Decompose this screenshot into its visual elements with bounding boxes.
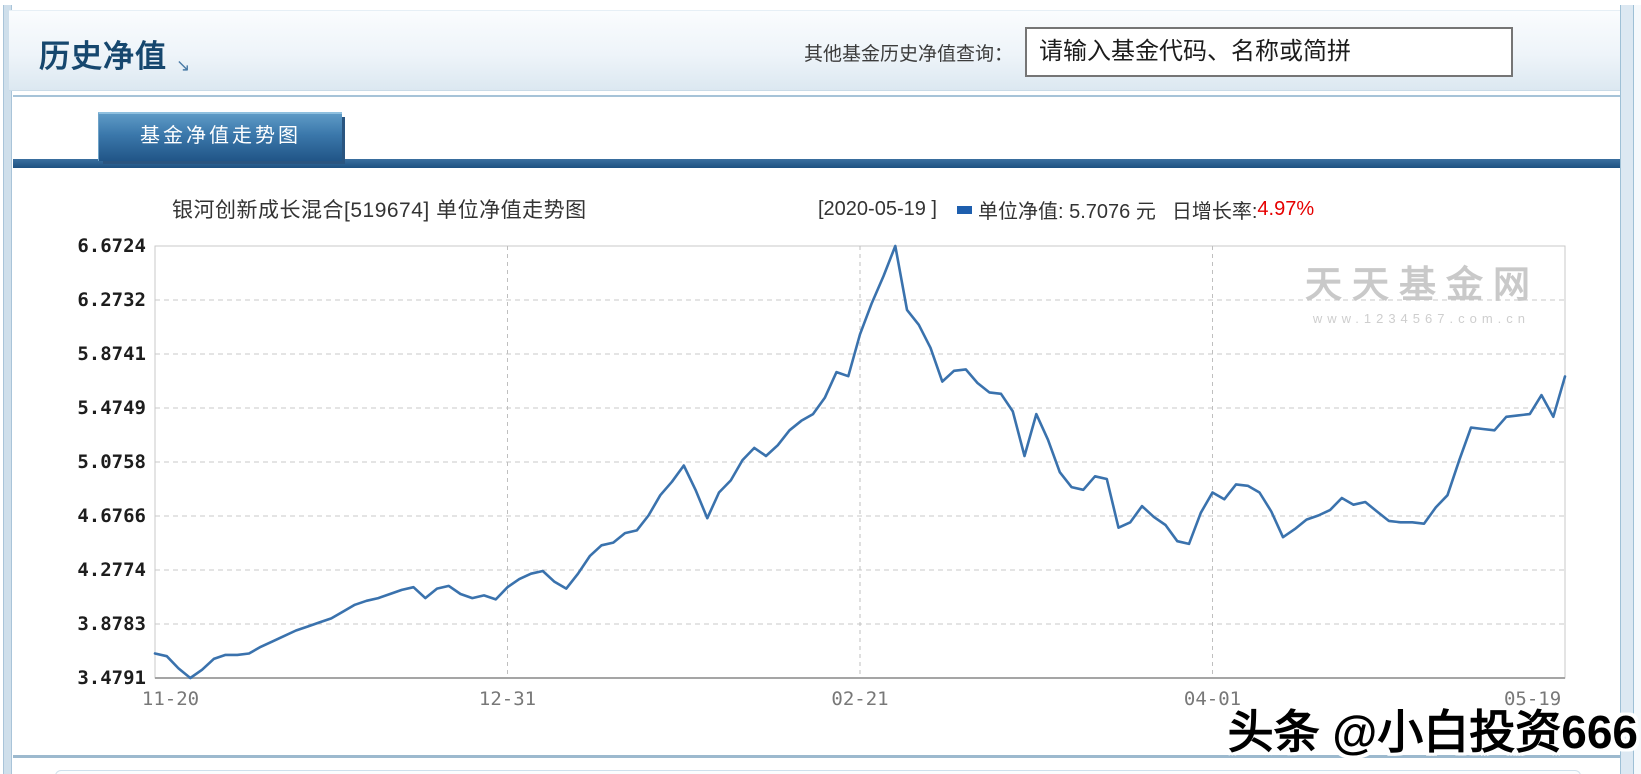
legend-unit-value: 单位净值: 5.7076 元 — [977, 201, 1156, 223]
series-marker-icon — [956, 205, 972, 214]
page-title-text: 历史净值 — [39, 39, 167, 74]
tab-row: 基金净值走势图 — [13, 97, 1620, 161]
legend-date: [2020-05-19 ] — [818, 198, 937, 220]
chart-title: 银河创新成长混合[519674] 单位净值走势图 — [172, 199, 587, 222]
next-section-top-edge — [55, 770, 1581, 774]
fund-search-input[interactable] — [1025, 27, 1514, 77]
collapse-arrow-icon[interactable]: ↘ — [176, 56, 191, 75]
tab-netvalue-trend[interactable]: 基金净值走势图 — [98, 112, 342, 161]
page-right-edge — [1634, 5, 1641, 774]
fund-history-page: 历史净值 ↘ 其他基金历史净值查询： 基金净值走势图 银河创新成长混合[51967… — [0, 0, 1641, 774]
page-title: 历史净值 ↘ — [39, 31, 191, 76]
legend-growth-value: 4.97% — [1257, 198, 1315, 220]
page-left-border — [3, 5, 12, 774]
fund-search-group: 其他基金历史净值查询： — [804, 27, 1514, 77]
page-right-strip — [1621, 5, 1633, 774]
toutiao-credit-watermark: 头条 @小白投资666 — [1227, 706, 1638, 758]
page-header: 历史净值 ↘ 其他基金历史净值查询： — [9, 10, 1620, 91]
legend-growth-label: 日增长率: — [1171, 201, 1258, 223]
chart-legend: [2020-05-19 ] 单位净值: 5.7076 元 日增长率: 4.97% — [818, 195, 1314, 224]
fund-search-label: 其他基金历史净值查询： — [804, 43, 1014, 65]
